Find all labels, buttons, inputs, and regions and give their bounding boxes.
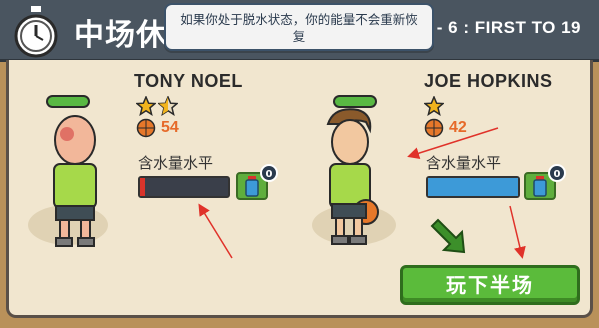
annotation-arrow-3 [509, 205, 526, 259]
annotation-arrow-2 [407, 127, 499, 159]
annotation-arrow-1 [198, 203, 233, 259]
annotation-arrows [198, 127, 526, 259]
